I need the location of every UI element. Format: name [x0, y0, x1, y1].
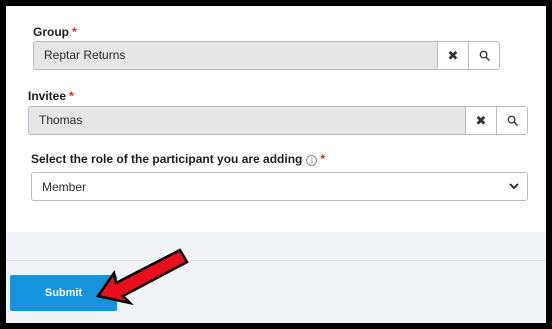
close-icon: ✖ — [475, 113, 487, 128]
invitee-label: Invitee * — [28, 89, 74, 103]
search-icon — [507, 115, 518, 126]
invitee-lookup-field: Thomas ✖ — [28, 106, 528, 135]
invitee-value: Thomas — [39, 113, 83, 127]
role-label: Select the role of the participant you a… — [31, 152, 325, 166]
close-icon: ✖ — [447, 48, 459, 63]
role-select[interactable]: Member — [31, 172, 528, 201]
group-label-text: Group — [33, 25, 69, 39]
info-icon[interactable]: i — [306, 155, 318, 166]
dialog-frame: Group * Reptar Returns ✖ Invitee * Thomas … — [6, 6, 546, 323]
form-body: Group * Reptar Returns ✖ Invitee * Thomas … — [6, 6, 546, 232]
invitee-clear-button[interactable]: ✖ — [465, 107, 496, 134]
red-arrow-pointer-icon — [95, 248, 189, 306]
required-marker: * — [320, 152, 326, 166]
group-value: Reptar Returns — [44, 48, 126, 62]
group-lookup-field: Reptar Returns ✖ — [33, 41, 500, 70]
role-label-text: Select the role of the participant you a… — [31, 152, 303, 166]
group-label: Group * — [33, 25, 77, 39]
required-marker: * — [72, 25, 77, 39]
invitee-search-button[interactable] — [496, 107, 527, 134]
role-selected-value: Member — [42, 179, 87, 194]
group-search-button[interactable] — [468, 42, 499, 69]
search-icon — [479, 50, 490, 61]
invitee-label-text: Invitee — [28, 89, 67, 103]
required-marker: * — [69, 89, 74, 103]
group-clear-button[interactable]: ✖ — [437, 42, 468, 69]
chevron-down-icon — [501, 183, 527, 190]
